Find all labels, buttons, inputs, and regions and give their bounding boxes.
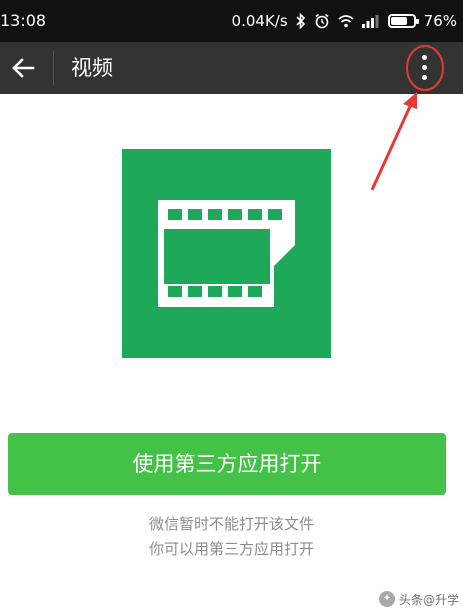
battery-level-fill <box>390 17 408 25</box>
status-time: 13:08 <box>0 11 47 30</box>
alarm-icon <box>314 13 330 29</box>
watermark-text: 头条@升学 <box>398 592 459 607</box>
page-title: 视频 <box>71 56 113 80</box>
watermark: ✦ 头条@升学 <box>378 588 459 610</box>
watermark-logo-icon: ✦ <box>378 591 395 607</box>
title-divider <box>53 51 54 85</box>
video-file-icon <box>122 149 331 358</box>
bluetooth-icon <box>296 13 306 29</box>
hint-line-1: 微信暂时不能打开该文件 <box>148 515 314 533</box>
title-bar: 视频 <box>0 42 463 94</box>
signal-icon <box>361 14 380 28</box>
open-with-third-party-button[interactable]: 使用第三方应用打开 <box>8 433 446 495</box>
wifi-icon <box>338 14 354 28</box>
back-button[interactable] <box>8 53 38 83</box>
battery-percent: 76% <box>423 12 457 30</box>
hint-line-2: 你可以用第三方应用打开 <box>148 540 314 558</box>
battery-icon <box>387 14 419 28</box>
annotation-arrow-head <box>403 92 417 109</box>
back-arrow-icon <box>12 58 35 78</box>
status-bar: 13:08 0.04K/s 76% <box>0 0 463 42</box>
more-options-button[interactable] <box>405 46 445 90</box>
annotation-arrow-line <box>370 101 414 191</box>
network-speed: 0.04K/s <box>231 12 288 30</box>
status-indicators: 0.04K/s 76% <box>232 11 457 31</box>
